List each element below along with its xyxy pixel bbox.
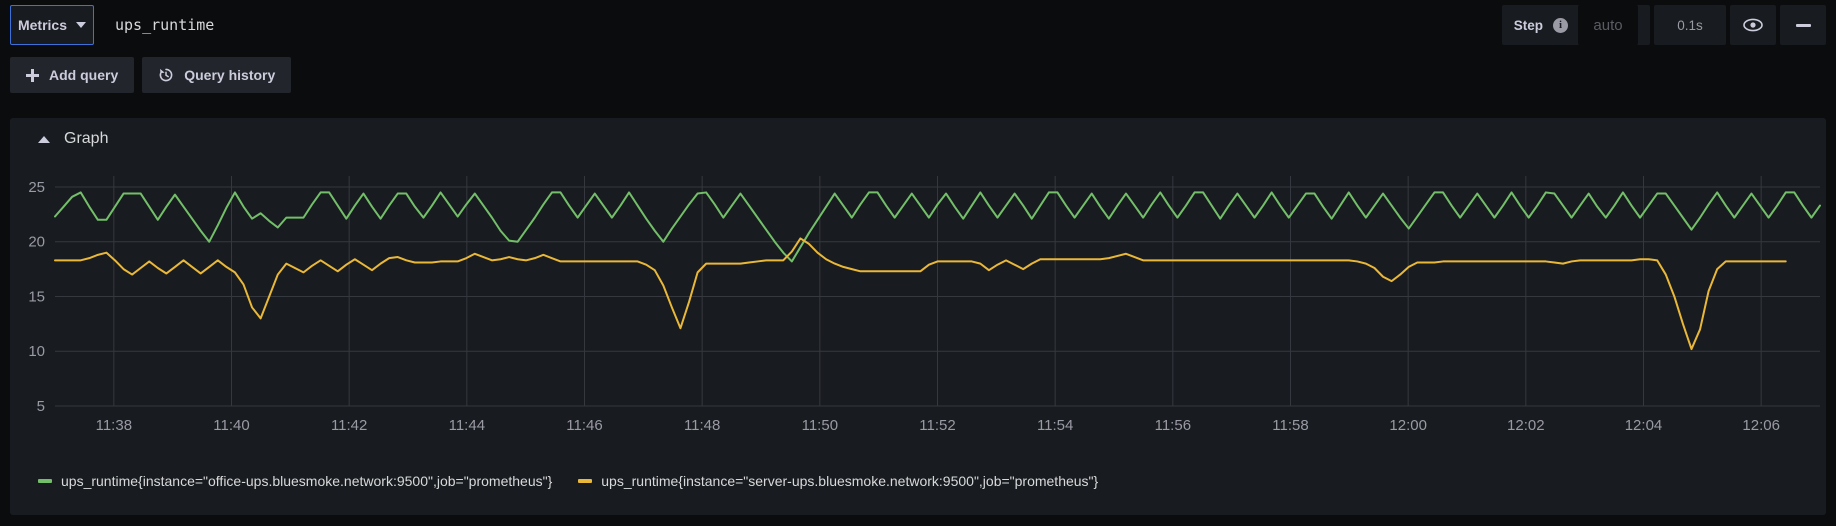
step-input[interactable]: auto — [1578, 5, 1638, 45]
legend-label: ups_runtime{instance="server-ups.bluesmo… — [601, 473, 1099, 489]
graph-panel-header: Graph — [10, 118, 1826, 160]
x-axis-tick-label: 12:02 — [1507, 417, 1545, 434]
y-axis-tick-label: 15 — [28, 288, 45, 305]
graph-plot-area[interactable]: 25 20 15 10 5 11:38 11:40 11:42 11:44 11:46 11:48 1… — [10, 160, 1826, 450]
metrics-dropdown-button[interactable]: Metrics — [10, 5, 94, 45]
interval-label: 0.1s — [1677, 17, 1703, 33]
x-axis-tick-label: 11:54 — [1037, 417, 1073, 434]
legend-item[interactable]: ups_runtime{instance="office-ups.bluesmo… — [38, 473, 552, 489]
graph-panel-title: Graph — [64, 130, 109, 147]
legend-item[interactable]: ups_runtime{instance="server-ups.bluesmo… — [578, 473, 1098, 489]
query-history-button[interactable]: Query history — [142, 57, 292, 93]
x-axis-tick-label: 11:42 — [331, 417, 367, 434]
x-axis-tick-label: 12:06 — [1742, 417, 1780, 434]
y-axis-tick-label: 25 — [28, 179, 45, 196]
x-axis-tick-label: 11:56 — [1155, 417, 1191, 434]
query-input[interactable]: ups_runtime — [98, 5, 1498, 45]
legend-label: ups_runtime{instance="office-ups.bluesmo… — [61, 473, 553, 489]
query-input-value: ups_runtime — [115, 16, 215, 34]
plus-icon — [26, 68, 39, 82]
toggle-visibility-button[interactable] — [1730, 5, 1776, 45]
x-axis-tick-label: 11:38 — [96, 417, 132, 434]
x-axis-tick-label: 11:50 — [802, 417, 838, 434]
x-axis-tick-label: 12:04 — [1625, 417, 1663, 434]
query-row: Metrics ups_runtime Step i auto 0.1s — [10, 5, 1826, 45]
x-axis-tick-label: 11:44 — [449, 417, 485, 434]
query-history-label: Query history — [184, 67, 276, 83]
x-axis-tick-label: 11:52 — [919, 417, 955, 434]
time-series-chart: 25 20 15 10 5 11:38 11:40 11:42 11:44 11:46 11:48 1… — [28, 176, 1821, 434]
chevron-down-icon — [76, 22, 87, 28]
explore-page: Metrics ups_runtime Step i auto 0.1s Add… — [0, 0, 1836, 526]
caret-up-icon[interactable] — [38, 135, 50, 143]
add-query-button[interactable]: Add query — [10, 57, 135, 93]
x-axis-tick-label: 11:58 — [1272, 417, 1308, 434]
x-axis-tick-label: 12:00 — [1389, 417, 1427, 434]
remove-query-button[interactable] — [1780, 5, 1826, 45]
action-row: Add query Query history — [10, 57, 292, 93]
minus-icon — [1795, 23, 1811, 27]
history-icon — [159, 68, 173, 82]
y-axis-tick-label: 20 — [28, 234, 45, 251]
x-axis-tick-label: 11:46 — [566, 417, 602, 434]
x-axis-tick-label: 11:40 — [213, 417, 249, 434]
interval-button[interactable]: 0.1s — [1654, 5, 1726, 45]
y-axis-tick-label: 5 — [37, 398, 45, 415]
y-axis-tick-label: 10 — [28, 343, 45, 360]
add-query-label: Add query — [49, 67, 119, 83]
eye-icon — [1743, 18, 1763, 32]
graph-legend: ups_runtime{instance="office-ups.bluesmo… — [38, 473, 1098, 489]
legend-color-swatch — [578, 479, 593, 483]
step-group: Step i auto — [1501, 5, 1650, 45]
metrics-dropdown-label: Metrics — [17, 17, 68, 33]
legend-color-swatch — [38, 479, 52, 483]
graph-panel: Graph 25 20 15 10 5 11:38 11:40 11:42 11:44 11:46… — [10, 118, 1826, 515]
step-label: Step — [1513, 17, 1543, 33]
info-icon[interactable]: i — [1553, 17, 1568, 33]
x-axis-tick-label: 11:48 — [684, 417, 720, 434]
